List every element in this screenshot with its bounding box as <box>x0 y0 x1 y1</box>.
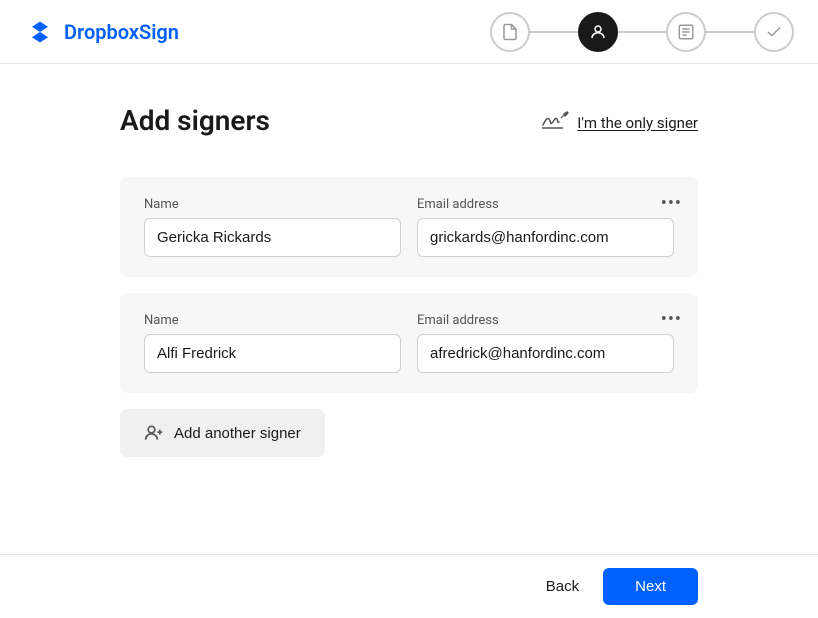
step-fields <box>666 12 706 52</box>
dropbox-logo-icon <box>24 16 56 48</box>
only-signer-label: I'm the only signer <box>577 114 698 132</box>
signer-1-email-input[interactable] <box>417 218 674 257</box>
add-another-signer-button[interactable]: Add another signer <box>120 409 325 457</box>
signer-2-name-group: Name <box>144 313 401 373</box>
step-line-1 <box>530 31 578 33</box>
signature-icon <box>541 109 569 136</box>
signer-2-email-input[interactable] <box>417 334 674 373</box>
signer-1-email-label: Email address <box>417 197 674 212</box>
step-document <box>490 12 530 52</box>
add-person-icon <box>144 423 164 443</box>
signer-2-name-input[interactable] <box>144 334 401 373</box>
page-title: Add signers <box>120 104 270 137</box>
signer-1-fields: Name Email address <box>144 197 674 257</box>
step-signers <box>578 12 618 52</box>
signer-1-name-group: Name <box>144 197 401 257</box>
step-line-2 <box>618 31 666 33</box>
signer-1-name-input[interactable] <box>144 218 401 257</box>
signer-card-1: ••• Name Email address <box>120 177 698 277</box>
logo: DropboxSign <box>24 16 179 48</box>
progress-steps <box>490 12 794 52</box>
signer-2-email-label: Email address <box>417 313 674 328</box>
signer-1-name-label: Name <box>144 197 401 212</box>
header: DropboxSign <box>0 0 818 64</box>
signer-card-2: ••• Name Email address <box>120 293 698 393</box>
only-signer-button[interactable]: I'm the only signer <box>541 109 698 136</box>
back-button[interactable]: Back <box>546 578 579 595</box>
signer-1-email-group: Email address <box>417 197 674 257</box>
bottom-bar: Back Next <box>0 554 818 618</box>
signer-2-more-button[interactable]: ••• <box>661 309 682 330</box>
step-line-3 <box>706 31 754 33</box>
signer-2-email-group: Email address <box>417 313 674 373</box>
title-row: Add signers I'm the only signer <box>120 104 698 161</box>
signer-2-fields: Name Email address <box>144 313 674 373</box>
signer-2-name-label: Name <box>144 313 401 328</box>
logo-text: DropboxSign <box>64 20 179 44</box>
signer-1-more-button[interactable]: ••• <box>661 193 682 214</box>
add-another-signer-label: Add another signer <box>174 425 301 442</box>
step-review <box>754 12 794 52</box>
next-button[interactable]: Next <box>603 568 698 605</box>
main-content: Add signers I'm the only signer ••• Name <box>0 64 818 497</box>
